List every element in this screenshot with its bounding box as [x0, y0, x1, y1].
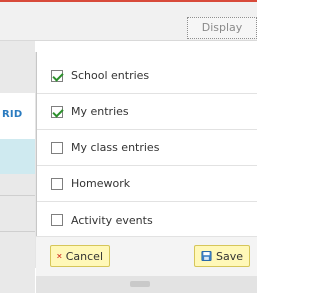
menu-item-homework[interactable]: Homework [37, 166, 257, 202]
menu-item-my-entries[interactable]: My entries [37, 94, 257, 130]
menu-item-label: My entries [71, 105, 129, 118]
close-x-icon [57, 253, 62, 259]
bottom-partial-text [130, 281, 150, 287]
menu-item-label: My class entries [71, 141, 160, 154]
menu-item-school-entries[interactable]: School entries [37, 58, 257, 94]
left-divider [0, 231, 35, 232]
display-button[interactable]: Display [187, 17, 257, 39]
save-label: Save [215, 249, 243, 263]
menu-item-label: School entries [71, 69, 150, 82]
checkbox-unchecked[interactable] [51, 177, 63, 190]
checkbox-unchecked[interactable] [51, 214, 63, 226]
cancel-button[interactable]: Cancel [50, 245, 110, 267]
save-button[interactable]: Save [194, 245, 250, 267]
menu-item-my-class-entries[interactable]: My class entries [37, 130, 257, 166]
cancel-label: Cancel [65, 249, 103, 263]
menu-item-label: Activity events [71, 213, 153, 227]
left-divider [0, 195, 35, 196]
checkbox-checked[interactable] [51, 105, 63, 118]
menu-actions-bar: Cancel Save [36, 236, 257, 276]
save-floppy-icon [201, 250, 212, 262]
menu-item-label: Homework [71, 177, 131, 190]
menu-item-activity-events[interactable]: Activity events [37, 202, 257, 238]
partial-link-text[interactable]: RID [2, 109, 22, 120]
checkbox-checked[interactable] [51, 69, 63, 82]
left-highlight-band [0, 139, 35, 174]
checkbox-unchecked[interactable] [51, 141, 63, 154]
